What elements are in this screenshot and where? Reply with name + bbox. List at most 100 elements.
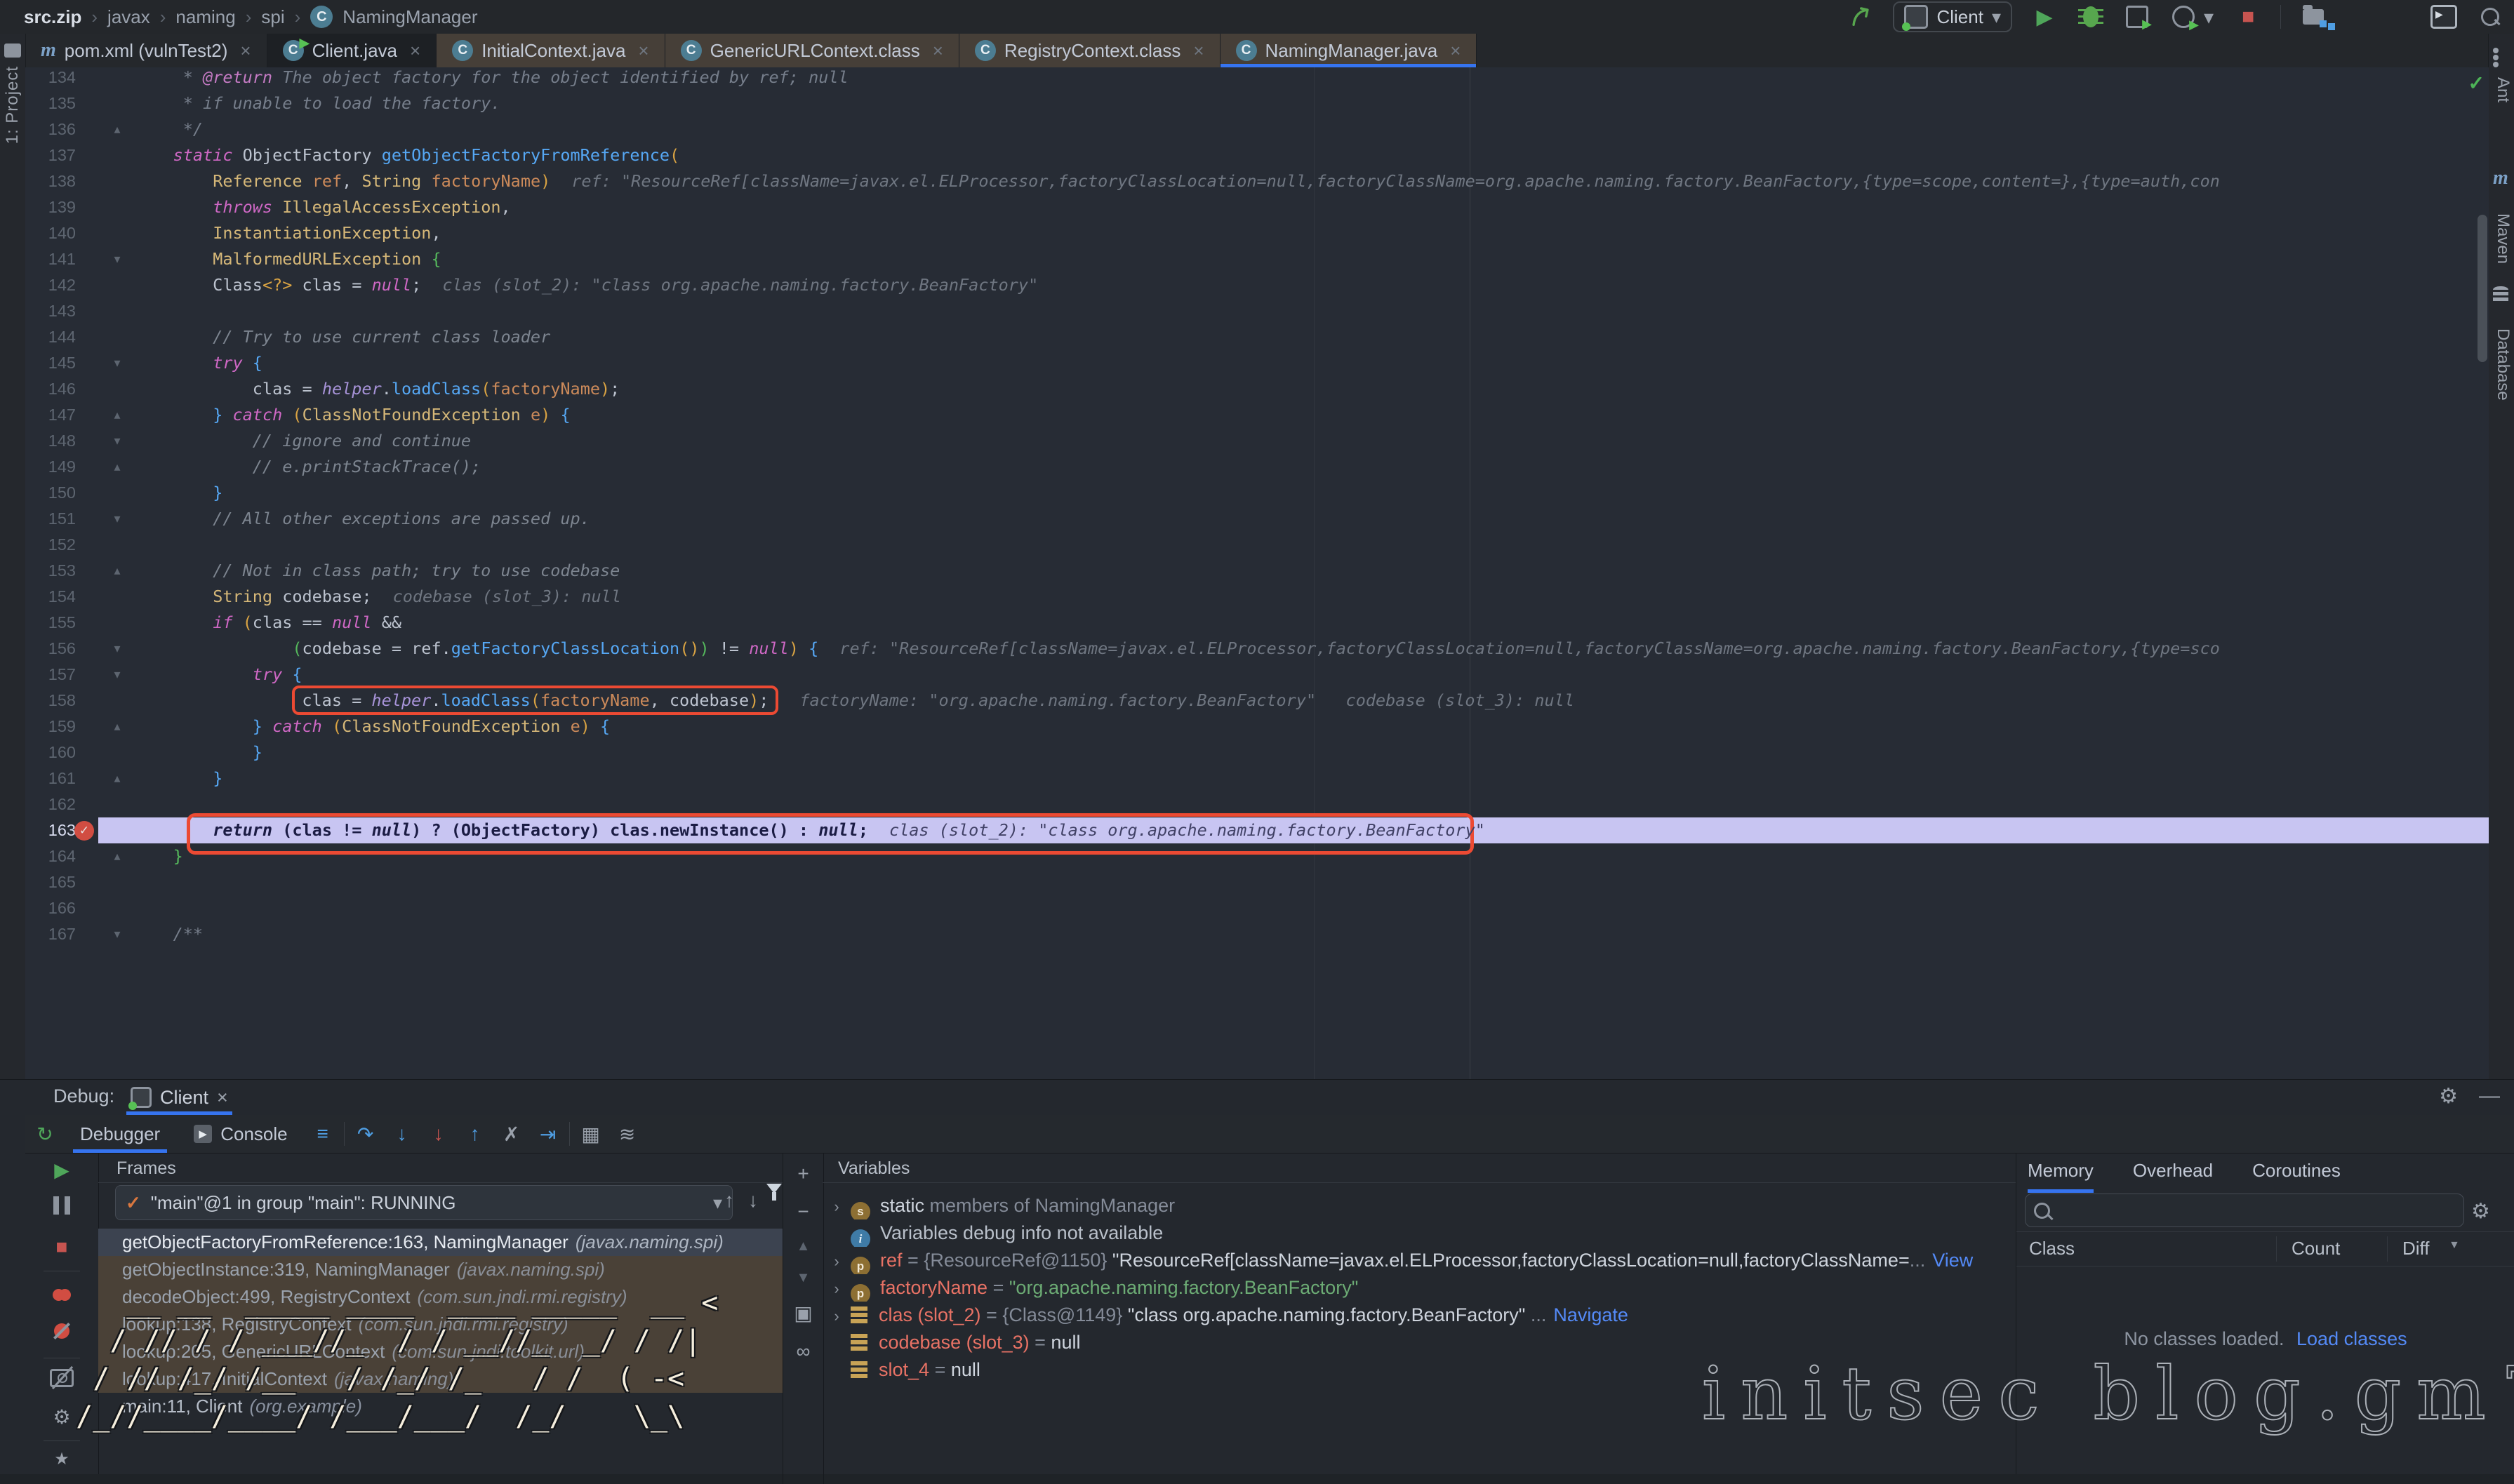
resume-icon[interactable]: ▶	[25, 1158, 98, 1182]
code-line[interactable]: * if unable to load the factory.	[133, 91, 500, 116]
fold-marker[interactable]: ▴	[107, 766, 128, 791]
code-line[interactable]: } catch (ClassNotFoundException e) {	[133, 402, 571, 428]
stack-frame-row[interactable]: main:11, Client(org.example)	[98, 1393, 783, 1420]
line-number[interactable]: 162	[25, 791, 76, 817]
code-line[interactable]: }	[133, 740, 262, 766]
code-line[interactable]: (codebase = ref.getFactoryClassLocation(…	[133, 636, 2220, 662]
code-line[interactable]: if (clas == null &&	[133, 610, 401, 636]
line-number[interactable]: 140	[25, 220, 76, 246]
project-tool-icon[interactable]	[4, 44, 21, 58]
rerun-icon[interactable]: ↻	[29, 1123, 60, 1146]
code-line[interactable]: return (clas != null) ? (ObjectFactory) …	[133, 817, 1485, 843]
memory-tab-coroutines[interactable]: Coroutines	[2252, 1153, 2341, 1189]
drop-frame-icon[interactable]: ✗	[496, 1123, 527, 1146]
code-line[interactable]: // All other exceptions are passed up.	[133, 506, 590, 532]
editor-tab[interactable]: CRegistryContext.class×	[959, 34, 1221, 67]
line-number[interactable]: 167	[25, 921, 76, 947]
view-options-icon[interactable]: ≋	[612, 1123, 643, 1146]
terminal-button[interactable]	[2430, 3, 2458, 31]
code-line[interactable]: // Not in class path; try to use codebas…	[133, 558, 620, 584]
fold-marker[interactable]: ▴	[107, 402, 128, 428]
tab-console[interactable]: ▶Console	[180, 1115, 301, 1153]
expand-icon[interactable]: ›	[823, 1248, 851, 1274]
fold-marker[interactable]: ▴	[107, 454, 128, 480]
line-number[interactable]: 166	[25, 895, 76, 921]
editor-tab[interactable]: CInitialContext.java×	[437, 34, 665, 67]
mute-breakpoints-icon[interactable]	[25, 1321, 98, 1344]
line-number[interactable]: 141	[25, 246, 76, 272]
memory-tab-overhead[interactable]: Overhead	[2133, 1153, 2213, 1189]
fold-marker[interactable]: ▾	[107, 506, 128, 532]
debug-button[interactable]	[2077, 3, 2105, 31]
fold-marker[interactable]: ▾	[107, 428, 128, 454]
layout-icon[interactable]: ≡	[307, 1123, 338, 1145]
code-line[interactable]: Class<?> clas = null;clas (slot_2): "cla…	[133, 272, 1038, 298]
move-down-icon[interactable]: ▼	[797, 1270, 811, 1286]
filter-icon[interactable]	[766, 1194, 782, 1206]
line-number[interactable]: 160	[25, 740, 76, 766]
code-line[interactable]: /**	[133, 921, 203, 947]
stack-frame-row[interactable]: getObjectInstance:319, NamingManager(jav…	[98, 1256, 783, 1283]
memory-search-input[interactable]	[2025, 1194, 2464, 1227]
inspections-ok-icon[interactable]: ✓	[2468, 72, 2485, 95]
line-number[interactable]: 150	[25, 480, 76, 506]
line-number[interactable]: 161	[25, 766, 76, 791]
run-to-cursor-icon[interactable]: ⇥	[533, 1123, 564, 1146]
fold-marker[interactable]: ▾	[107, 350, 128, 376]
memory-table-header[interactable]: Class Count Diff ▼	[2016, 1231, 2514, 1266]
debug-settings-gear-icon[interactable]: ⚙	[2439, 1084, 2458, 1109]
step-into-icon[interactable]: ↓	[387, 1123, 418, 1145]
remove-icon[interactable]: −	[797, 1201, 809, 1223]
code-line[interactable]: }	[133, 843, 183, 869]
breakpoint-icon[interactable]: ✓	[74, 821, 94, 841]
variable-row[interactable]: slot_4 = null	[823, 1356, 2016, 1384]
breadcrumb-item[interactable]: spi	[261, 6, 284, 28]
fold-marker[interactable]: ▴	[107, 116, 128, 142]
code-line[interactable]: MalformedURLException {	[133, 246, 441, 272]
step-over-icon[interactable]: ↷	[350, 1123, 381, 1146]
stack-frame-row[interactable]: lookup:205, GenericURLContext(com.sun.jn…	[98, 1338, 783, 1365]
code-line[interactable]: clas = helper.loadClass(factoryName);	[133, 376, 620, 402]
fold-marker[interactable]: ▴	[107, 558, 128, 584]
line-number[interactable]: 136	[25, 116, 76, 142]
profiler-dropdown[interactable]: ▾	[2202, 3, 2216, 31]
line-number[interactable]: 146	[25, 376, 76, 402]
line-number[interactable]: 144	[25, 324, 76, 350]
debugger-settings-icon[interactable]: ⚙	[25, 1405, 98, 1429]
variable-row[interactable]: ›pref = {ResourceRef@1150} "ResourceRef[…	[823, 1247, 2016, 1274]
debug-session-tab[interactable]: Client ×	[131, 1083, 228, 1112]
code-line[interactable]: */	[133, 116, 203, 142]
tool-button-ant[interactable]: Ant	[2493, 48, 2513, 102]
code-line[interactable]: Reference ref, String factoryName)ref: "…	[133, 168, 2220, 194]
line-number[interactable]: 137	[25, 142, 76, 168]
code-editor[interactable]: 134 * @return The object factory for the…	[25, 67, 2489, 1079]
line-number[interactable]: 143	[25, 298, 76, 324]
next-frame-icon[interactable]: ↓	[748, 1189, 758, 1212]
always-on-top-icon[interactable]: ∞	[797, 1340, 811, 1363]
fold-marker[interactable]: ▾	[107, 662, 128, 688]
code-line[interactable]: }	[133, 766, 222, 791]
fold-marker[interactable]: ▾	[107, 921, 128, 947]
stack-frame-row[interactable]: decodeObject:499, RegistryContext(com.su…	[98, 1283, 783, 1311]
step-out-icon[interactable]: ↑	[460, 1123, 491, 1145]
line-number[interactable]: 134	[25, 67, 76, 91]
code-line[interactable]: * @return The object factory for the obj…	[133, 67, 849, 91]
minimize-icon[interactable]: —	[2479, 1084, 2500, 1109]
line-number[interactable]: 153	[25, 558, 76, 584]
line-number[interactable]: 148	[25, 428, 76, 454]
line-number[interactable]: 157	[25, 662, 76, 688]
breadcrumb-item[interactable]: src.zip	[24, 6, 81, 28]
prev-frame-icon[interactable]: ↑	[724, 1189, 734, 1212]
variable-row[interactable]: ›clas (slot_2) = {Class@1149} "class org…	[823, 1302, 2016, 1329]
close-icon[interactable]: ×	[240, 40, 251, 62]
fold-marker[interactable]: ▾	[107, 636, 128, 662]
coverage-button[interactable]	[2123, 3, 2151, 31]
line-number[interactable]: 138	[25, 168, 76, 194]
move-up-icon[interactable]: ▲	[797, 1238, 811, 1255]
stop-button[interactable]: ■	[2234, 3, 2262, 31]
tool-button-project[interactable]: 1: Project	[3, 66, 22, 144]
pin-icon[interactable]: ★	[25, 1449, 98, 1469]
line-number[interactable]: 152	[25, 532, 76, 558]
line-number[interactable]: 156	[25, 636, 76, 662]
code-line[interactable]: String codebase;codebase (slot_3): null	[133, 584, 621, 610]
